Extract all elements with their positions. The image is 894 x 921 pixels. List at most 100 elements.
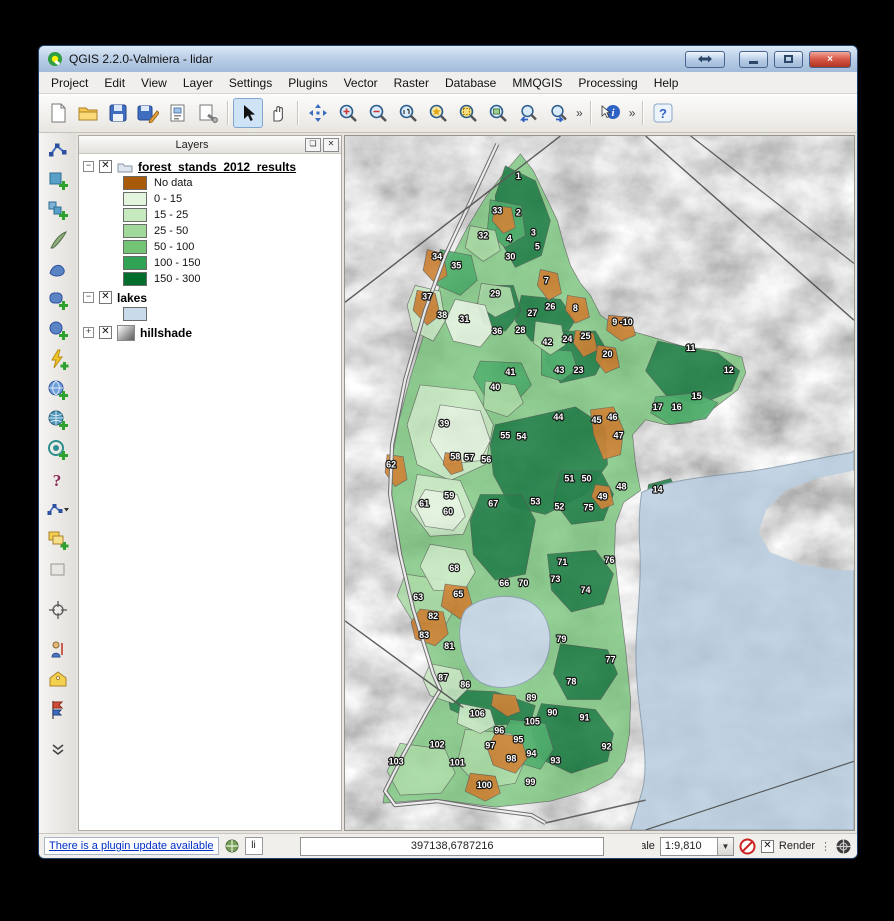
layer-name-forest[interactable]: forest_stands_2012_results (138, 160, 296, 174)
zoom-layer-button[interactable] (483, 98, 513, 128)
offset-curve-button[interactable] (44, 346, 72, 374)
stand-label: 96 (494, 725, 504, 735)
legend-swatch (123, 208, 147, 222)
stand-label: 73 (550, 574, 560, 584)
crosshair-tool-button[interactable] (44, 596, 72, 624)
blank-tool-button[interactable] (44, 556, 72, 584)
legend-item[interactable]: 25 - 50 (83, 223, 341, 239)
legend-item[interactable]: No data (83, 175, 341, 191)
menu-project[interactable]: Project (43, 74, 96, 92)
legend-item[interactable]: 100 - 150 (83, 255, 341, 271)
zoom-out-button[interactable] (363, 98, 393, 128)
add-ring-button[interactable] (44, 256, 72, 284)
open-project-button[interactable] (73, 98, 103, 128)
stand-label: 41 (505, 367, 515, 377)
select-tool-button[interactable] (233, 98, 263, 128)
status-mini-box[interactable]: li (245, 837, 263, 855)
zoom-native-button[interactable] (393, 98, 423, 128)
scale-combobox[interactable]: 1:9,810 ▼ (660, 837, 734, 856)
map-canvas[interactable]: 1133332232324433553434353530307737372929… (344, 135, 855, 831)
titlebar[interactable]: QGIS 2.2.0-Valmiera - lidar × (39, 46, 857, 72)
render-checkbox[interactable]: ✕ (761, 840, 774, 853)
panel-close-icon[interactable]: ✕ (323, 138, 339, 152)
simplify-feature-button[interactable] (44, 226, 72, 254)
legend-item[interactable]: 0 - 15 (83, 191, 341, 207)
collapse-icon[interactable]: − (83, 161, 94, 172)
menu-processing[interactable]: Processing (570, 74, 645, 92)
menu-raster[interactable]: Raster (386, 74, 437, 92)
layers-panel-header[interactable]: Layers ❏ ✕ (79, 136, 341, 154)
zoom-full-button[interactable] (423, 98, 453, 128)
stand-label: 38 (437, 310, 447, 320)
legend-label: 15 - 25 (154, 209, 188, 221)
stop-render-icon[interactable] (739, 838, 756, 855)
layer-name-lakes[interactable]: lakes (117, 291, 147, 305)
expand-icon[interactable]: + (83, 327, 94, 338)
layer-row-hillshade[interactable]: + ✕ hillshade (83, 324, 341, 341)
web-service-button[interactable] (44, 406, 72, 434)
chevron-down-icon[interactable]: ▼ (717, 838, 733, 855)
new-composer-button[interactable] (163, 98, 193, 128)
minimize-button[interactable] (739, 51, 768, 68)
close-button[interactable]: × (809, 51, 851, 68)
menu-view[interactable]: View (133, 74, 175, 92)
more-tools-chevron[interactable] (44, 736, 72, 764)
zoom-selection-button[interactable] (453, 98, 483, 128)
legend-item[interactable]: 15 - 25 (83, 207, 341, 223)
menu-plugins[interactable]: Plugins (280, 74, 335, 92)
layer-checkbox[interactable]: ✕ (99, 291, 112, 304)
zoom-next-button[interactable] (543, 98, 573, 128)
zoom-last-button[interactable] (513, 98, 543, 128)
stand-label: 65 (453, 589, 463, 599)
whats-this-button[interactable]: ? (44, 466, 72, 494)
layer-tree: − ✕ forest_stands_2012_results No data 0… (79, 154, 341, 830)
menu-settings[interactable]: Settings (221, 74, 280, 92)
legend-item[interactable]: 50 - 100 (83, 239, 341, 255)
annotation-tool-button[interactable] (44, 636, 72, 664)
crs-status-icon[interactable] (835, 838, 852, 855)
coordinate-display[interactable]: 397138,6787216 (300, 837, 604, 856)
plugin-update-link[interactable]: There is a plugin update available (44, 837, 219, 855)
layer-checkbox[interactable]: ✕ (99, 326, 112, 339)
add-globe-button[interactable] (44, 376, 72, 404)
pan-map-button[interactable] (303, 98, 333, 128)
stand-label: 71 (557, 557, 567, 567)
help-button[interactable]: ? (648, 98, 678, 128)
save-project-button[interactable] (103, 98, 133, 128)
menu-vector[interactable]: Vector (336, 74, 386, 92)
touch-pan-button[interactable] (263, 98, 293, 128)
add-feature-button[interactable] (44, 166, 72, 194)
buffer-rings-button[interactable] (44, 436, 72, 464)
flag-tool-button[interactable] (44, 696, 72, 724)
add-circle-button[interactable] (44, 316, 72, 344)
label-tag-button[interactable] (44, 666, 72, 694)
panel-float-icon[interactable]: ❏ (305, 138, 321, 152)
node-tool-button[interactable] (44, 136, 72, 164)
layer-row-lakes[interactable]: − ✕ lakes (83, 289, 341, 306)
collapse-icon[interactable]: − (83, 292, 94, 303)
plugin-icon[interactable] (224, 838, 240, 854)
menu-layer[interactable]: Layer (175, 74, 221, 92)
legend-item[interactable]: 150 - 300 (83, 271, 341, 287)
identify-button[interactable]: i (596, 98, 626, 128)
menu-mmqgis[interactable]: MMQGIS (504, 74, 570, 92)
fill-ring-button[interactable] (44, 286, 72, 314)
toolbar-overflow-chevron[interactable]: » (573, 106, 586, 120)
menu-edit[interactable]: Edit (96, 74, 133, 92)
node-tool-alt-button[interactable] (44, 496, 72, 524)
toolbar-separator (297, 101, 299, 125)
new-project-button[interactable] (43, 98, 73, 128)
maximize-button[interactable] (774, 51, 803, 68)
toolbar-overflow-chevron[interactable]: » (626, 106, 639, 120)
menu-database[interactable]: Database (437, 74, 504, 92)
zoom-in-button[interactable] (333, 98, 363, 128)
save-project-as-button[interactable] (133, 98, 163, 128)
move-feature-button[interactable] (44, 196, 72, 224)
menu-help[interactable]: Help (646, 74, 687, 92)
window-arrange-button[interactable] (685, 51, 725, 68)
layer-name-hillshade[interactable]: hillshade (140, 326, 192, 340)
layer-checkbox[interactable]: ✕ (99, 160, 112, 173)
composer-manager-button[interactable] (193, 98, 223, 128)
layer-row-forest[interactable]: − ✕ forest_stands_2012_results (83, 158, 341, 175)
new-layer-button[interactable] (44, 526, 72, 554)
